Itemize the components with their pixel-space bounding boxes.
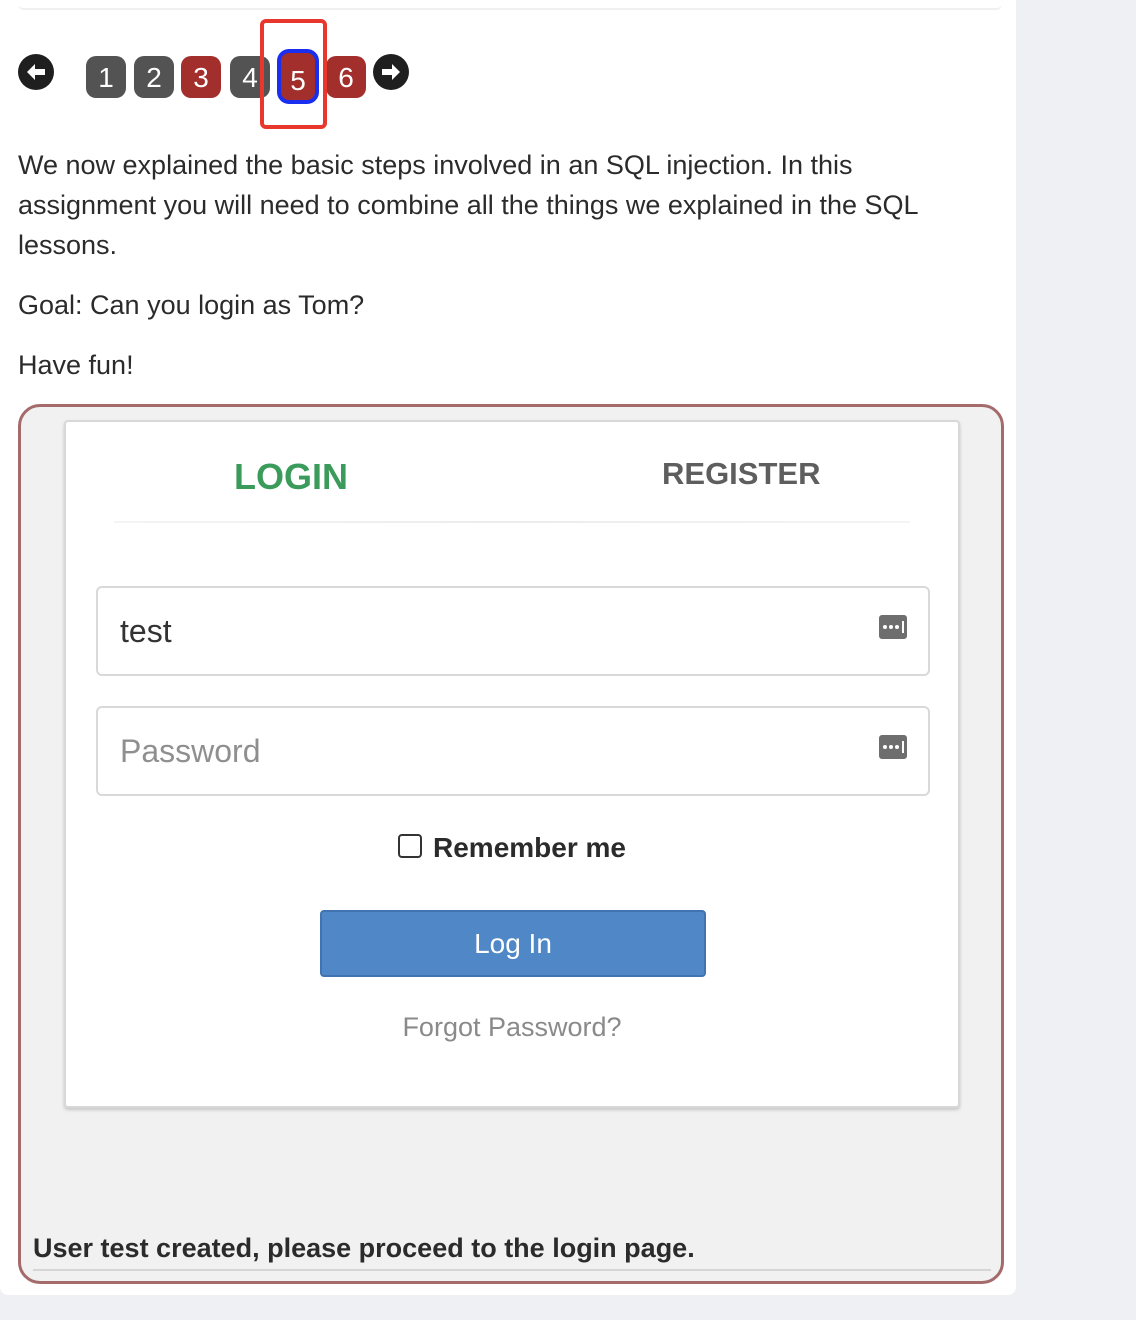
username-input[interactable] (120, 602, 860, 660)
remember-me-label[interactable]: Remember me (433, 832, 626, 864)
page-2-button[interactable]: 2 (134, 56, 174, 98)
tab-login[interactable]: LOGIN (234, 456, 348, 498)
assignment-container: LOGIN REGISTER test Remember me Log In F… (18, 404, 1004, 1284)
login-panel: LOGIN REGISTER test Remember me Log In F… (64, 420, 960, 1108)
forgot-password-link[interactable]: Forgot Password? (66, 1012, 958, 1043)
lesson-closing-text: Have fun! (18, 350, 134, 380)
feedback-message: User test created, please proceed to the… (33, 1233, 695, 1263)
tab-divider (114, 521, 910, 523)
arrow-right-icon (382, 64, 400, 80)
tab-register[interactable]: REGISTER (662, 456, 820, 492)
top-divider (18, 0, 1002, 10)
password-field[interactable] (96, 706, 930, 796)
lesson-goal-text: Goal: Can you login as Tom? (18, 290, 365, 320)
arrow-left-icon (27, 64, 45, 80)
lesson-intro-text: We now explained the basic steps involve… (18, 150, 918, 260)
password-input[interactable] (120, 722, 860, 780)
page-6-button[interactable]: 6 (326, 56, 366, 98)
page-4-button[interactable]: 4 (230, 56, 270, 98)
page-1-button[interactable]: 1 (86, 56, 126, 98)
feedback-divider (33, 1269, 991, 1271)
previous-page-button[interactable] (18, 54, 54, 90)
lesson-page: 1 2 3 4 5 6 We now explained the basic s… (0, 0, 1016, 1295)
remember-me-checkbox[interactable] (398, 834, 422, 858)
password-key-icon[interactable] (878, 734, 908, 760)
log-in-button[interactable]: Log In (320, 910, 706, 977)
page-3-button[interactable]: 3 (181, 56, 221, 98)
username-field[interactable] (96, 586, 930, 676)
next-page-button[interactable] (373, 54, 409, 90)
password-key-icon[interactable] (878, 614, 908, 640)
page-5-button[interactable]: 5 (277, 49, 319, 104)
